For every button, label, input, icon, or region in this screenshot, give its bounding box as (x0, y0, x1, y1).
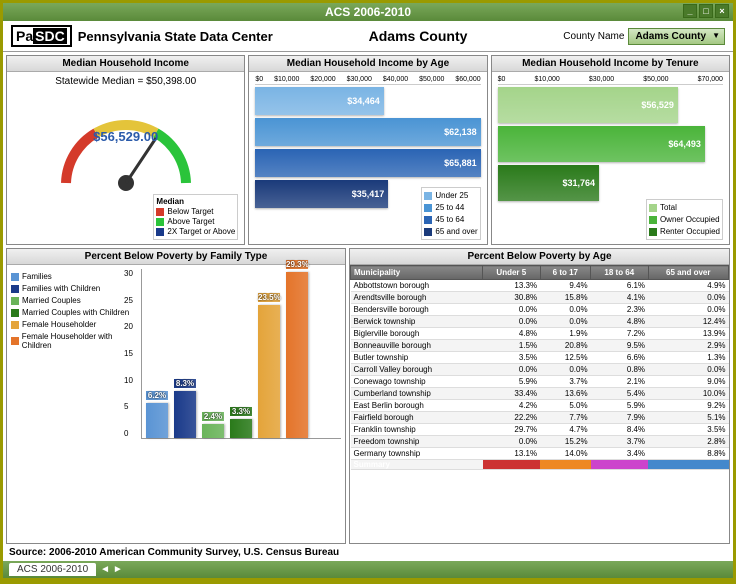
sheet-nav-icon[interactable]: ◄ ► (100, 564, 123, 575)
summary-row: Summary (351, 460, 729, 470)
title-text: ACS 2006-2010 (325, 5, 411, 19)
table-row[interactable]: Franklin township29.7%4.7%8.4%3.5% (351, 424, 729, 436)
poverty-family-legend: FamiliesFamilies with ChildrenMarried Co… (11, 269, 141, 539)
gauge-title: Median Household Income (7, 56, 244, 72)
poverty-age-panel: Percent Below Poverty by Age Municipalit… (349, 248, 730, 544)
income-by-tenure-panel: Median Household Income by Tenure $0$10,… (491, 55, 730, 245)
county-title: Adams County (273, 28, 564, 44)
footer-bar: ACS 2006-2010 ◄ ► (3, 561, 733, 578)
statewide-median: Statewide Median = $50,398.00 (7, 76, 244, 87)
table-row[interactable]: Biglerville borough4.8%1.9%7.2%13.9% (351, 328, 729, 340)
maximize-button[interactable]: □ (699, 4, 713, 18)
app-window: ACS 2006-2010 _ □ × PaSDC Pennsylvania S… (3, 3, 733, 578)
close-button[interactable]: × (715, 4, 729, 18)
table-row[interactable]: Abbottstown borough13.3%9.4%6.1%4.9% (351, 280, 729, 292)
source-text: Source: 2006-2010 American Community Sur… (3, 544, 733, 561)
poverty-family-panel: Percent Below Poverty by Family Type Fam… (6, 248, 346, 544)
county-label: County Name (563, 31, 624, 42)
gauge-legend: Median Below TargetAbove Target2X Target… (153, 194, 238, 240)
poverty-family-chart: 302520151050 6.2%8.3%2.4%3.3%23.5%29.3% (141, 269, 341, 439)
table-row[interactable]: Fairfield borough22.2%7.7%7.9%5.1% (351, 412, 729, 424)
income-by-age-chart: $0$10,000$20,000$30,000$40,000$50,000$60… (249, 72, 486, 244)
table-row[interactable]: Bonneauville borough1.5%20.8%9.5%2.9% (351, 340, 729, 352)
minimize-button[interactable]: _ (683, 4, 697, 18)
table-row[interactable]: Cumberland township33.4%13.6%5.4%10.0% (351, 388, 729, 400)
income-by-tenure-chart: $0$10,000$30,000$50,000$70,000 $56,529$6… (492, 72, 729, 244)
poverty-age-title: Percent Below Poverty by Age (350, 249, 729, 265)
table-row[interactable]: Germany township13.1%14.0%3.4%8.8% (351, 448, 729, 460)
table-row[interactable]: Butler township3.5%12.5%6.6%1.3% (351, 352, 729, 364)
income-by-tenure-title: Median Household Income by Tenure (492, 56, 729, 72)
footer-tab[interactable]: ACS 2006-2010 (9, 563, 96, 576)
logo: PaSDC (11, 25, 72, 47)
table-row[interactable]: Arendtsville borough30.8%15.8%4.1%0.0% (351, 292, 729, 304)
income-by-age-title: Median Household Income by Age (249, 56, 486, 72)
title-bar: ACS 2006-2010 _ □ × (3, 3, 733, 21)
gauge-chart: $56,529.00 (46, 93, 206, 193)
table-row[interactable]: Bendersville borough0.0%0.0%2.3%0.0% (351, 304, 729, 316)
table-row[interactable]: East Berlin borough4.2%5.0%5.9%9.2% (351, 400, 729, 412)
org-name: Pennsylvania State Data Center (78, 29, 273, 44)
table-row[interactable]: Freedom township0.0%15.2%3.7%2.8% (351, 436, 729, 448)
gauge-panel: Median Household Income Statewide Median… (6, 55, 245, 245)
income-by-age-panel: Median Household Income by Age $0$10,000… (248, 55, 487, 245)
county-dropdown[interactable]: Adams County (628, 28, 725, 45)
table-row[interactable]: Conewago township5.9%3.7%2.1%9.0% (351, 376, 729, 388)
header: PaSDC Pennsylvania State Data Center Ada… (3, 21, 733, 52)
gauge-value: $56,529.00 (46, 129, 206, 144)
table-row[interactable]: Carroll Valley borough0.0%0.0%0.8%0.0% (351, 364, 729, 376)
poverty-age-table: MunicipalityUnder 56 to 1718 to 6465 and… (350, 265, 729, 543)
table-row[interactable]: Berwick township0.0%0.0%4.8%12.4% (351, 316, 729, 328)
